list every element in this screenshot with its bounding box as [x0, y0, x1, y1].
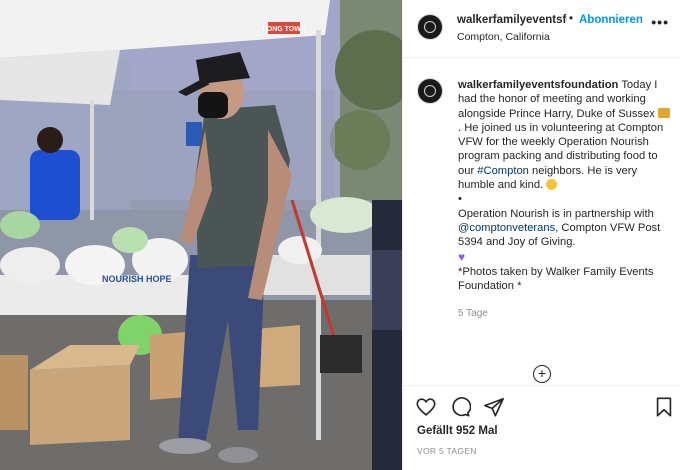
bag-print-text: NOURISH HOPE [102, 274, 172, 284]
more-options-icon[interactable]: ••• [651, 14, 669, 30]
heart-icon[interactable] [415, 396, 437, 418]
post-photo[interactable]: LONG TOWE NOURISH HOPE [0, 0, 402, 470]
caption-bullet: • [458, 193, 462, 206]
hashtag-link[interactable]: #Compton [477, 165, 529, 177]
likes-count[interactable]: Gefällt 952 Mal [417, 425, 498, 437]
tent-sign-text: LONG TOWE [262, 26, 305, 33]
crown-emoji-icon [658, 107, 671, 118]
location-link[interactable]: Compton, California [457, 31, 550, 43]
post-date: VOR 5 TAGEN [417, 446, 477, 456]
header-username[interactable]: walkerfamilyeventsfc [457, 14, 567, 26]
share-icon[interactable] [483, 396, 505, 418]
post-side-panel: walkerfamilyeventsfc • Abonnieren Compto… [402, 0, 680, 470]
load-more-comments-button[interactable]: + [533, 365, 551, 383]
purple-heart-emoji-icon: ♥ [458, 249, 466, 264]
bookmark-icon[interactable] [653, 396, 675, 418]
header-separator: • [569, 13, 574, 25]
mention-link[interactable]: @comptonveterans [458, 222, 555, 234]
comment-icon[interactable] [449, 396, 472, 418]
caption-text: walkerfamilyeventsfoundation Today I had… [458, 78, 672, 322]
caption-area: walkerfamilyeventsfoundation Today I had… [403, 70, 680, 360]
follow-button[interactable]: Abonnieren [579, 14, 643, 26]
photo-scene: LONG TOWE NOURISH HOPE [0, 0, 402, 470]
action-bar: Gefällt 952 Mal VOR 5 TAGEN [403, 385, 680, 470]
caption-timestamp[interactable]: 5 Tage [458, 307, 672, 321]
profile-avatar[interactable] [417, 14, 443, 40]
caption-avatar[interactable] [417, 78, 443, 104]
caption-text-6: *Photos taken by Walker Family Events Fo… [458, 265, 654, 293]
caption-username[interactable]: walkerfamilyeventsfoundation [458, 79, 618, 91]
smile-emoji-icon [546, 179, 558, 191]
post-header: walkerfamilyeventsfc • Abonnieren Compto… [403, 0, 680, 58]
caption-text-4: Operation Nourish is in partnership with [458, 207, 654, 220]
